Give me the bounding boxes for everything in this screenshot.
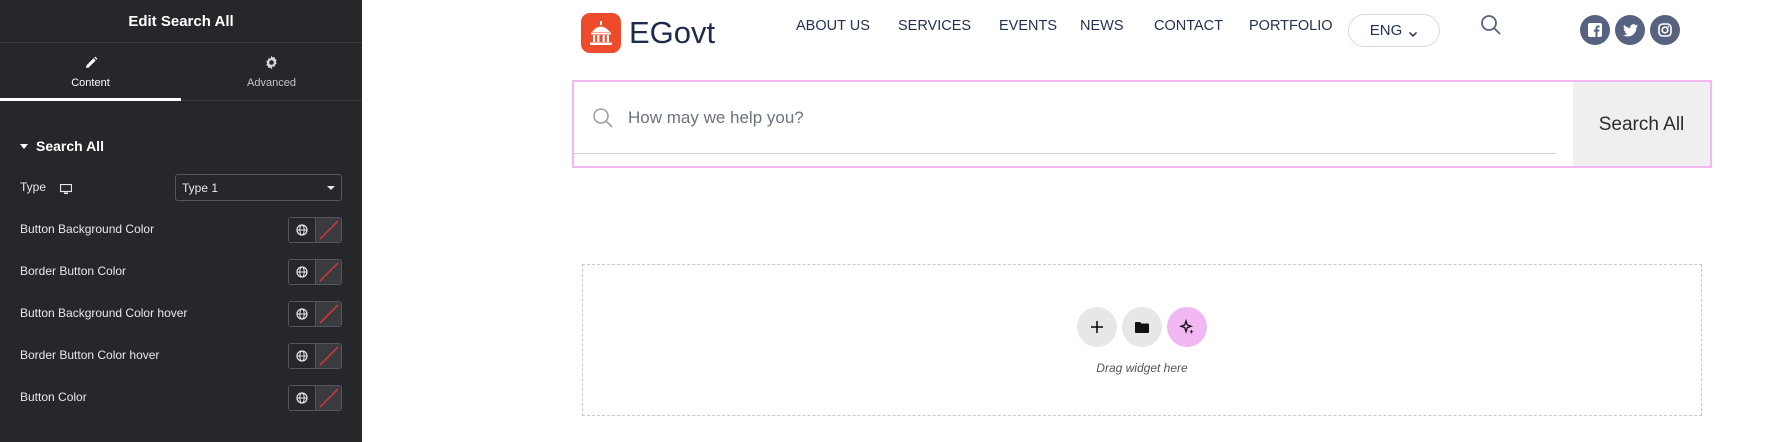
- color-swatch-empty[interactable]: [315, 260, 341, 284]
- color-swatch-empty[interactable]: [315, 218, 341, 242]
- nav-services[interactable]: SERVICES: [898, 18, 971, 34]
- globe-icon[interactable]: [289, 302, 316, 326]
- twitter-icon[interactable]: [1615, 15, 1645, 45]
- add-template-button[interactable]: [1122, 307, 1162, 347]
- capitol-building-icon: [581, 13, 621, 53]
- color-swatch-empty[interactable]: [315, 386, 341, 410]
- language-select[interactable]: ENG: [1348, 14, 1440, 47]
- color-picker[interactable]: [288, 385, 342, 411]
- caret-down-icon: [20, 143, 28, 149]
- language-value: ENG: [1369, 22, 1403, 39]
- type-select[interactable]: Type 1: [175, 174, 342, 201]
- color-control-label: Border Button Color hover: [20, 348, 160, 362]
- color-control-label: Border Button Color: [20, 264, 127, 278]
- drop-zone: Drag widget here: [582, 264, 1702, 416]
- panel-title: Edit Search All: [128, 12, 234, 30]
- type-label: Type: [20, 180, 47, 194]
- color-picker[interactable]: [288, 217, 342, 243]
- instagram-icon[interactable]: [1650, 15, 1680, 45]
- logo-text: EGovt: [629, 15, 716, 50]
- panel-header: Edit Search All: [0, 0, 362, 43]
- tab-content-label: Content: [71, 76, 110, 89]
- search-icon[interactable]: [1480, 14, 1502, 36]
- add-section-button[interactable]: [1077, 307, 1117, 347]
- type-select-value: Type 1: [182, 180, 219, 195]
- site-logo[interactable]: EGovt: [581, 13, 715, 53]
- chevron-down-icon: [1408, 26, 1418, 37]
- nav-about-us[interactable]: ABOUT US: [796, 18, 870, 34]
- color-picker[interactable]: [288, 301, 342, 327]
- search-field: [574, 82, 1556, 154]
- color-control-button-color: Button Color: [0, 381, 362, 413]
- monitor-icon[interactable]: [59, 182, 73, 194]
- color-control-border-button: Border Button Color: [0, 255, 362, 287]
- nav-portfolio[interactable]: PORTFOLIO: [1249, 18, 1333, 34]
- color-swatch-empty[interactable]: [315, 344, 341, 368]
- gear-icon: [264, 55, 280, 71]
- globe-icon[interactable]: [289, 218, 316, 242]
- drop-zone-actions: [1077, 307, 1207, 347]
- color-control-border-button-hover: Border Button Color hover: [0, 339, 362, 371]
- search-input[interactable]: [628, 107, 1528, 128]
- folder-icon: [1135, 321, 1149, 333]
- color-picker[interactable]: [288, 343, 342, 369]
- color-control-button-bg: Button Background Color: [0, 213, 362, 245]
- globe-icon[interactable]: [289, 386, 316, 410]
- color-control-label: Button Color: [20, 390, 87, 404]
- nav-events[interactable]: EVENTS: [999, 18, 1057, 34]
- nav-news[interactable]: NEWS: [1080, 18, 1124, 34]
- facebook-icon[interactable]: [1580, 15, 1610, 45]
- ai-sparkle-button[interactable]: [1167, 307, 1207, 347]
- tab-advanced[interactable]: Advanced: [181, 43, 362, 100]
- nav-contact[interactable]: CONTACT: [1154, 18, 1223, 34]
- search-all-button[interactable]: Search All: [1573, 82, 1710, 166]
- search-icon: [592, 107, 614, 129]
- sparkle-icon: [1179, 319, 1194, 334]
- social-links: [1580, 15, 1680, 45]
- globe-icon[interactable]: [289, 260, 316, 284]
- section-title: Search All: [36, 138, 104, 154]
- chevron-down-icon: [327, 185, 335, 190]
- tab-content[interactable]: Content: [0, 43, 181, 101]
- editor-panel: Edit Search All Content Advanced Search …: [0, 0, 362, 442]
- globe-icon[interactable]: [289, 344, 316, 368]
- drop-zone-hint: Drag widget here: [1096, 361, 1188, 375]
- color-control-button-bg-hover: Button Background Color hover: [0, 297, 362, 329]
- panel-tabs: Content Advanced: [0, 43, 362, 101]
- plus-icon: [1091, 321, 1103, 333]
- color-picker[interactable]: [288, 259, 342, 285]
- color-swatch-empty[interactable]: [315, 302, 341, 326]
- pencil-icon: [83, 55, 99, 71]
- type-control: Type Type 1: [0, 171, 362, 203]
- search-all-widget[interactable]: Search All: [572, 80, 1712, 168]
- color-control-label: Button Background Color: [20, 222, 155, 236]
- color-control-label: Button Background Color hover: [20, 306, 188, 320]
- tab-advanced-label: Advanced: [247, 76, 296, 89]
- section-search-all-toggle[interactable]: Search All: [0, 101, 362, 161]
